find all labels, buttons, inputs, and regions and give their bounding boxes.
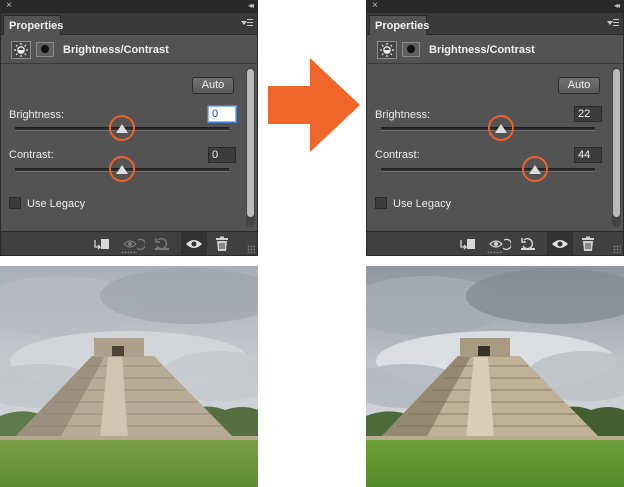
trash-icon[interactable] <box>579 236 597 252</box>
panel-menu-icon[interactable] <box>607 18 619 28</box>
adjustment-title: Brightness/Contrast <box>429 44 535 56</box>
use-legacy-checkbox[interactable] <box>9 197 21 209</box>
reset-icon[interactable] <box>153 236 171 252</box>
panel-footer <box>367 231 623 255</box>
pyramid-photo-after <box>366 266 624 487</box>
adjustment-title: Brightness/Contrast <box>63 44 169 56</box>
panel-menu-icon[interactable] <box>241 18 253 28</box>
brightness-slider-thumb[interactable] <box>494 124 507 133</box>
eye-icon[interactable] <box>551 236 569 252</box>
brightness-slider-track[interactable] <box>15 115 229 141</box>
contrast-input[interactable]: 0 <box>208 147 236 163</box>
auto-button[interactable]: Auto <box>192 77 234 94</box>
panel-drag-handle[interactable] <box>487 251 503 254</box>
contrast-slider-track[interactable] <box>381 156 595 182</box>
use-legacy-label: Use Legacy <box>393 198 452 210</box>
auto-button[interactable]: Auto <box>558 77 600 94</box>
scrollbar-thumb[interactable] <box>247 69 254 217</box>
panel-body: Auto Brightness: 0 Contrast: 0 Use Legac… <box>1 65 244 231</box>
pyramid-photo-before <box>0 266 258 487</box>
collapse-icon[interactable]: ◂◂ <box>614 0 620 12</box>
panel-title-bar: × ◂◂ <box>367 0 623 13</box>
contrast-label: Contrast: <box>375 149 420 161</box>
panel-footer <box>1 231 257 255</box>
contrast-slider-thumb[interactable] <box>529 165 542 174</box>
resize-grip-icon[interactable] <box>247 245 255 253</box>
contrast-slider-thumb[interactable] <box>116 165 128 174</box>
panel-scrollbar[interactable] <box>246 67 255 227</box>
clip-to-layer-icon[interactable] <box>459 236 477 252</box>
close-icon[interactable]: × <box>372 0 378 12</box>
panel-body: Auto Brightness: 22 Contrast: 44 Use Leg… <box>367 65 610 231</box>
layer-mask-icon[interactable] <box>402 42 420 57</box>
tab-properties[interactable]: Properties <box>369 15 429 35</box>
panel-tab-bar: Properties <box>1 13 257 35</box>
adjustment-header: Brightness/Contrast <box>367 36 623 64</box>
panel-scrollbar[interactable] <box>612 67 621 227</box>
layer-mask-icon[interactable] <box>36 42 54 57</box>
brightness-input[interactable]: 0 <box>208 106 236 122</box>
scrollbar-thumb[interactable] <box>613 69 620 217</box>
contrast-slider-track[interactable] <box>15 156 229 182</box>
eye-icon[interactable] <box>185 236 203 252</box>
close-icon[interactable]: × <box>6 0 12 12</box>
brightness-input[interactable]: 22 <box>574 106 602 122</box>
brightness-sun-icon[interactable] <box>11 41 31 59</box>
properties-panel-before: × ◂◂ Properties Brightness/Contrast Auto… <box>0 0 258 256</box>
brightness-sun-icon[interactable] <box>377 41 397 59</box>
collapse-icon[interactable]: ◂◂ <box>248 0 254 12</box>
clip-to-layer-icon[interactable] <box>93 236 111 252</box>
panel-tab-bar: Properties <box>367 13 623 35</box>
view-previous-state-icon[interactable] <box>123 236 147 252</box>
brightness-slider-thumb[interactable] <box>116 124 128 133</box>
adjustment-header: Brightness/Contrast <box>1 36 257 64</box>
tab-properties[interactable]: Properties <box>3 15 63 35</box>
panel-title-bar: × ◂◂ <box>1 0 257 13</box>
properties-panel-after: × ◂◂ Properties Brightness/Contrast Auto… <box>366 0 624 256</box>
brightness-slider-track[interactable] <box>381 115 595 141</box>
resize-grip-icon[interactable] <box>613 245 621 253</box>
reset-icon[interactable] <box>519 236 537 252</box>
use-legacy-label: Use Legacy <box>27 198 86 210</box>
panel-drag-handle[interactable] <box>121 251 137 254</box>
contrast-input[interactable]: 44 <box>574 147 602 163</box>
contrast-label: Contrast: <box>9 149 54 161</box>
brightness-label: Brightness: <box>375 109 431 121</box>
arrow-right-icon <box>268 58 360 152</box>
use-legacy-checkbox[interactable] <box>375 197 387 209</box>
brightness-label: Brightness: <box>9 109 65 121</box>
view-previous-state-icon[interactable] <box>489 236 513 252</box>
trash-icon[interactable] <box>213 236 231 252</box>
